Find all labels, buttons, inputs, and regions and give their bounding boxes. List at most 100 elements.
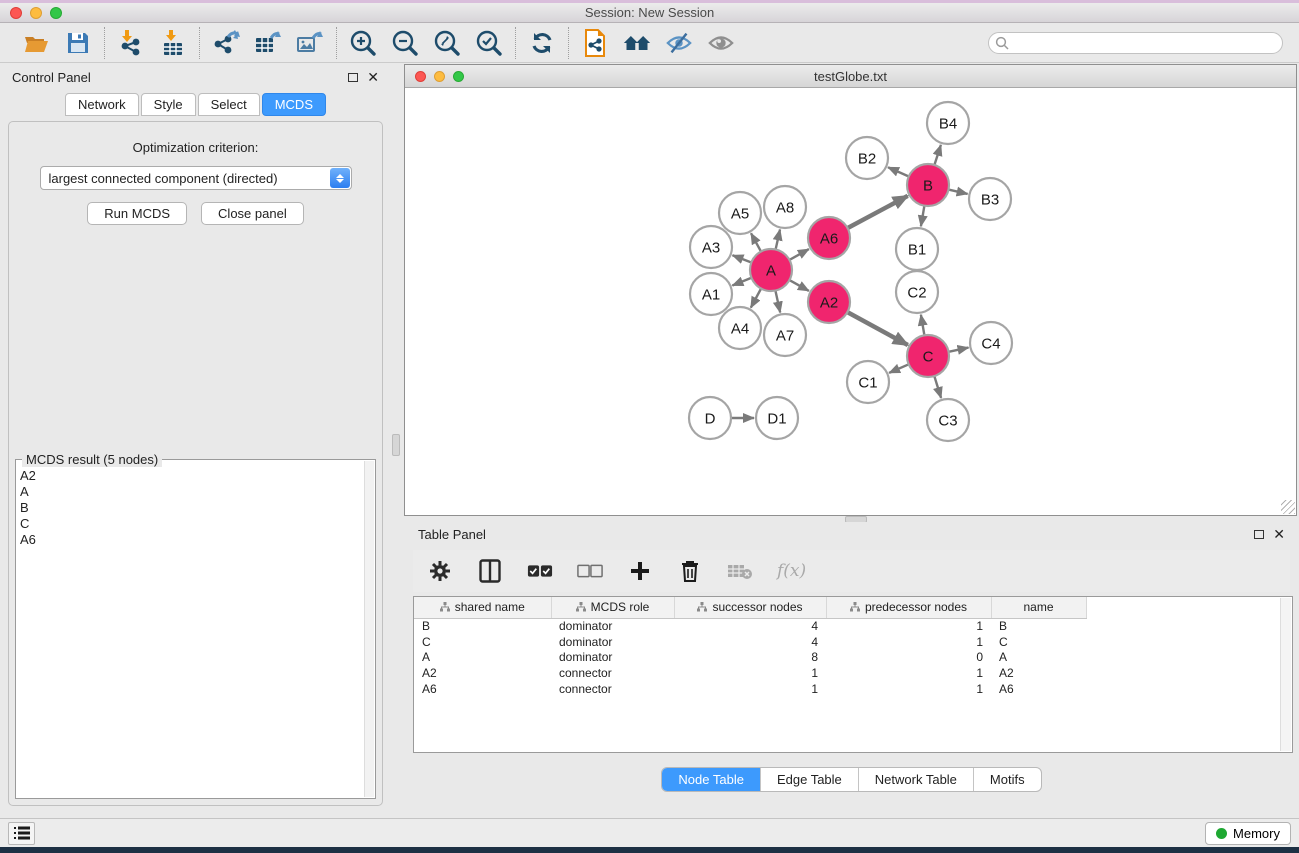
table-cell[interactable]: 0 <box>826 649 991 665</box>
result-item[interactable]: A <box>20 484 361 500</box>
table-cell[interactable]: dominator <box>551 649 674 665</box>
graph-edge-B-B1[interactable] <box>921 206 925 227</box>
table-row[interactable]: A2connector11A2 <box>414 665 1086 681</box>
close-panel-icon[interactable]: ✕ <box>367 72 379 82</box>
hide-selected-icon[interactable] <box>665 29 693 57</box>
export-image-icon[interactable] <box>296 29 324 57</box>
task-history-button[interactable] <box>8 822 35 845</box>
network-close-button[interactable] <box>415 71 426 82</box>
table-cell[interactable]: A2 <box>414 665 551 681</box>
network-canvas[interactable]: B4B2BB3B1A5A8A3A6AA1A2C2A4A7C4CC1C3DD1 <box>405 89 1296 515</box>
result-scrollbar[interactable] <box>364 461 374 797</box>
table-cell[interactable]: connector <box>551 665 674 681</box>
search-input[interactable] <box>988 32 1283 54</box>
graph-edge-A6-B[interactable] <box>848 196 908 228</box>
graph-edge-A-A6[interactable] <box>789 249 809 260</box>
zoom-window-button[interactable] <box>50 7 62 19</box>
network-minimize-button[interactable] <box>434 71 445 82</box>
zoom-selected-icon[interactable] <box>475 29 503 57</box>
mcds-result-list[interactable]: A2ABCA6 <box>20 468 361 794</box>
export-table-icon[interactable] <box>254 29 282 57</box>
table-cell[interactable]: 1 <box>826 665 991 681</box>
tab-network-table[interactable]: Network Table <box>859 768 974 791</box>
window-resize-grip[interactable] <box>1281 500 1295 514</box>
graph-edge-A-A2[interactable] <box>789 280 809 291</box>
graph-edge-A2-C[interactable] <box>847 312 907 345</box>
table-cell[interactable]: B <box>991 618 1086 634</box>
result-item[interactable]: A2 <box>20 468 361 484</box>
column-header[interactable]: successor nodes <box>674 597 826 618</box>
export-network-icon[interactable] <box>212 29 240 57</box>
result-item[interactable]: A6 <box>20 532 361 548</box>
graph-edge-A-A1[interactable] <box>732 278 751 286</box>
result-item[interactable]: C <box>20 516 361 532</box>
table-cell[interactable]: C <box>991 634 1086 650</box>
columns-icon[interactable] <box>477 558 503 584</box>
open-file-icon[interactable] <box>22 29 50 57</box>
table-cell[interactable]: A <box>414 649 551 665</box>
table-row[interactable]: Adominator80A <box>414 649 1086 665</box>
network-document-icon[interactable] <box>581 29 609 57</box>
tab-select[interactable]: Select <box>198 93 260 116</box>
home-icon[interactable] <box>623 29 651 57</box>
zoom-in-icon[interactable] <box>349 29 377 57</box>
zoom-fit-icon[interactable] <box>433 29 461 57</box>
tab-motifs[interactable]: Motifs <box>974 768 1041 791</box>
memory-button[interactable]: Memory <box>1205 822 1291 845</box>
table-cell[interactable]: A <box>991 649 1086 665</box>
table-row[interactable]: Bdominator41B <box>414 618 1086 634</box>
close-window-button[interactable] <box>10 7 22 19</box>
tab-network[interactable]: Network <box>65 93 139 116</box>
column-header[interactable]: shared name <box>414 597 551 618</box>
table-cell[interactable]: 1 <box>826 618 991 634</box>
table-cell[interactable]: C <box>414 634 551 650</box>
close-table-panel-icon[interactable]: ✕ <box>1273 529 1285 539</box>
table-cell[interactable]: 1 <box>826 634 991 650</box>
graph-edge-A-A7[interactable] <box>775 291 780 313</box>
refresh-icon[interactable] <box>528 29 556 57</box>
table-cell[interactable]: A2 <box>991 665 1086 681</box>
table-cell[interactable]: connector <box>551 681 674 697</box>
table-scrollbar[interactable] <box>1280 598 1291 751</box>
graph-edge-C-C2[interactable] <box>921 315 925 336</box>
table-cell[interactable]: 8 <box>674 649 826 665</box>
table-cell[interactable]: A6 <box>991 681 1086 697</box>
tab-mcds[interactable]: MCDS <box>262 93 326 116</box>
table-row[interactable]: Cdominator41C <box>414 634 1086 650</box>
graph-edge-A-A4[interactable] <box>751 289 761 308</box>
tab-node-table[interactable]: Node Table <box>662 768 761 791</box>
zoom-out-icon[interactable] <box>391 29 419 57</box>
graph-edge-B-B2[interactable] <box>888 167 909 176</box>
tab-edge-table[interactable]: Edge Table <box>761 768 859 791</box>
delete-icon[interactable] <box>677 558 703 584</box>
network-window-titlebar[interactable]: testGlobe.txt <box>405 65 1296 88</box>
table-cell[interactable]: 1 <box>674 665 826 681</box>
deselect-all-icon[interactable] <box>577 558 603 584</box>
column-header[interactable]: name <box>991 597 1086 618</box>
criterion-select[interactable]: largest connected component (directed) <box>40 166 352 190</box>
graph-edge-A-A5[interactable] <box>751 233 761 251</box>
table-cell[interactable]: 1 <box>826 681 991 697</box>
graph-edge-A-A3[interactable] <box>733 255 752 262</box>
network-zoom-button[interactable] <box>453 71 464 82</box>
table-cell[interactable]: B <box>414 618 551 634</box>
column-header[interactable]: predecessor nodes <box>826 597 991 618</box>
minimize-window-button[interactable] <box>30 7 42 19</box>
table-cell[interactable]: A6 <box>414 681 551 697</box>
graph-edge-A-A8[interactable] <box>776 230 780 250</box>
column-header[interactable]: MCDS role <box>551 597 674 618</box>
close-panel-button[interactable]: Close panel <box>201 202 304 225</box>
add-icon[interactable] <box>627 558 653 584</box>
graph-edge-B-B3[interactable] <box>949 190 968 194</box>
vertical-splitter-handle[interactable] <box>392 434 400 456</box>
import-table-icon[interactable] <box>159 29 187 57</box>
table-cell[interactable]: 4 <box>674 634 826 650</box>
float-table-panel-icon[interactable] <box>1254 530 1264 539</box>
delete-table-icon[interactable] <box>727 558 753 584</box>
graph-edge-C-C1[interactable] <box>889 364 909 373</box>
table-cell[interactable]: 1 <box>674 681 826 697</box>
import-network-icon[interactable] <box>117 29 145 57</box>
gear-icon[interactable] <box>427 558 453 584</box>
graph-edge-B-B4[interactable] <box>934 145 941 165</box>
float-panel-icon[interactable] <box>348 73 358 82</box>
